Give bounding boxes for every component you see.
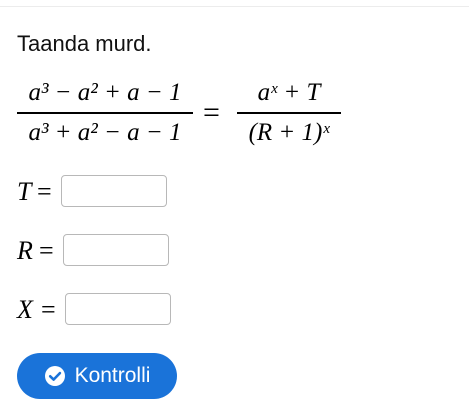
- field-label-r: R: [17, 236, 33, 265]
- right-fraction: aˣ + T (R + 1)ˣ: [237, 78, 341, 148]
- right-denominator: (R + 1)ˣ: [248, 119, 330, 146]
- right-fraction-bar: [237, 112, 341, 114]
- field-equals-t: =: [37, 177, 52, 206]
- x-input[interactable]: [65, 293, 171, 325]
- task-instruction: Taanda murd.: [17, 31, 152, 56]
- field-equals-r: =: [39, 236, 54, 265]
- field-equals-x: =: [41, 295, 56, 324]
- equation: a³ − a² + a − 1 a³ + a² − a − 1 = aˣ + T…: [17, 78, 447, 158]
- left-fraction-bar: [17, 112, 193, 114]
- left-denominator: a³ + a² − a − 1: [28, 119, 182, 146]
- r-input[interactable]: [63, 234, 169, 266]
- check-button[interactable]: Kontrolli: [17, 353, 177, 399]
- equation-equals-sign: =: [203, 96, 220, 129]
- check-button-label: Kontrolli: [74, 364, 151, 387]
- left-numerator: a³ − a² + a − 1: [28, 79, 182, 106]
- field-label-t: T: [17, 177, 32, 206]
- right-numerator: aˣ + T: [257, 79, 321, 106]
- check-circle-icon: [44, 365, 66, 387]
- top-divider: [0, 6, 469, 7]
- left-fraction: a³ − a² + a − 1 a³ + a² − a − 1: [17, 78, 193, 148]
- field-label-x: X: [17, 295, 33, 324]
- t-input[interactable]: [61, 175, 167, 207]
